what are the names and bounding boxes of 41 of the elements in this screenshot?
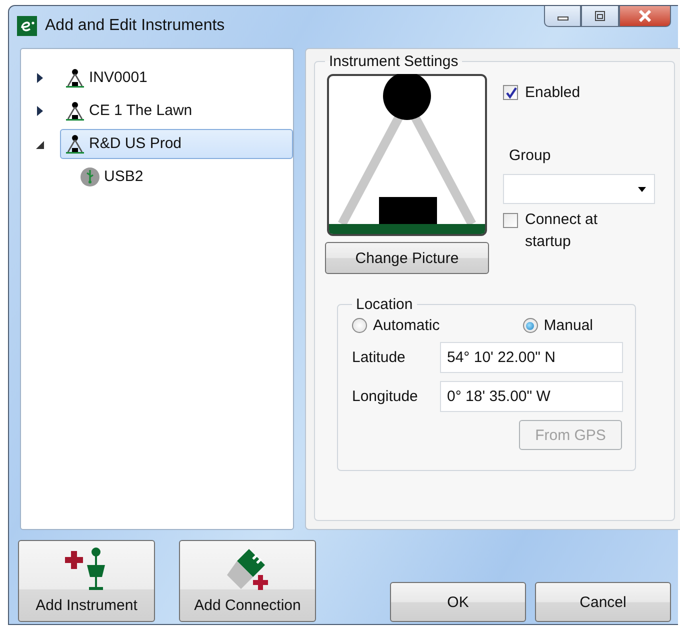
tree-item[interactable]: INV0001 (60, 62, 152, 92)
checkbox[interactable] (503, 85, 518, 100)
change-picture-button[interactable]: Change Picture (325, 242, 489, 274)
tree-item[interactable]: USB2 (75, 162, 148, 192)
field-label: Latitude (352, 349, 406, 366)
group-title: Instrument Settings (328, 53, 460, 70)
usb-icon (80, 166, 100, 186)
cancel-button[interactable]: Cancel (535, 582, 671, 622)
maximize-icon (594, 11, 606, 21)
window-title: Add and Edit Instruments (45, 17, 225, 35)
radio-label: Manual (544, 317, 593, 334)
maximize-button[interactable] (581, 6, 619, 27)
input-field[interactable]: 0° 18' 35.00" W (440, 381, 623, 412)
ok-button[interactable]: OK (390, 582, 526, 622)
tripod-icon (65, 68, 85, 88)
group-label: Group (509, 147, 552, 164)
expand-arrow-icon[interactable] (35, 104, 45, 116)
expand-arrow-icon[interactable] (35, 72, 45, 84)
minimize-button[interactable] (544, 6, 581, 27)
add-connection-button[interactable]: Add Connection (179, 540, 316, 622)
tripod-icon (65, 100, 85, 120)
tree-item[interactable]: CE 1 The Lawn (60, 96, 198, 126)
input-field[interactable]: 54° 10' 22.00" N (440, 342, 623, 373)
dropdown-arrow-icon (638, 186, 646, 192)
field-label: Longitude (352, 388, 419, 405)
add-instrument-button[interactable]: Add Instrument (18, 540, 155, 622)
group-title: Location (355, 296, 414, 313)
app-logo-icon (17, 16, 37, 36)
checkbox-label: Enabled (525, 84, 580, 101)
radio-button[interactable] (522, 318, 538, 333)
radio-label: Automatic (373, 317, 440, 334)
tripod-icon (65, 134, 85, 154)
close-icon (638, 10, 652, 22)
checkbox[interactable] (503, 213, 518, 228)
tree-item[interactable]: R&D US Prod (60, 128, 293, 158)
close-button[interactable] (619, 6, 671, 27)
radio-button[interactable] (352, 318, 367, 333)
add-connection-icon (224, 547, 270, 593)
checkbox-label: Connect at startup (525, 210, 599, 252)
checkmark-icon (504, 86, 516, 98)
enabled-checkbox[interactable]: Enabled (503, 84, 655, 101)
